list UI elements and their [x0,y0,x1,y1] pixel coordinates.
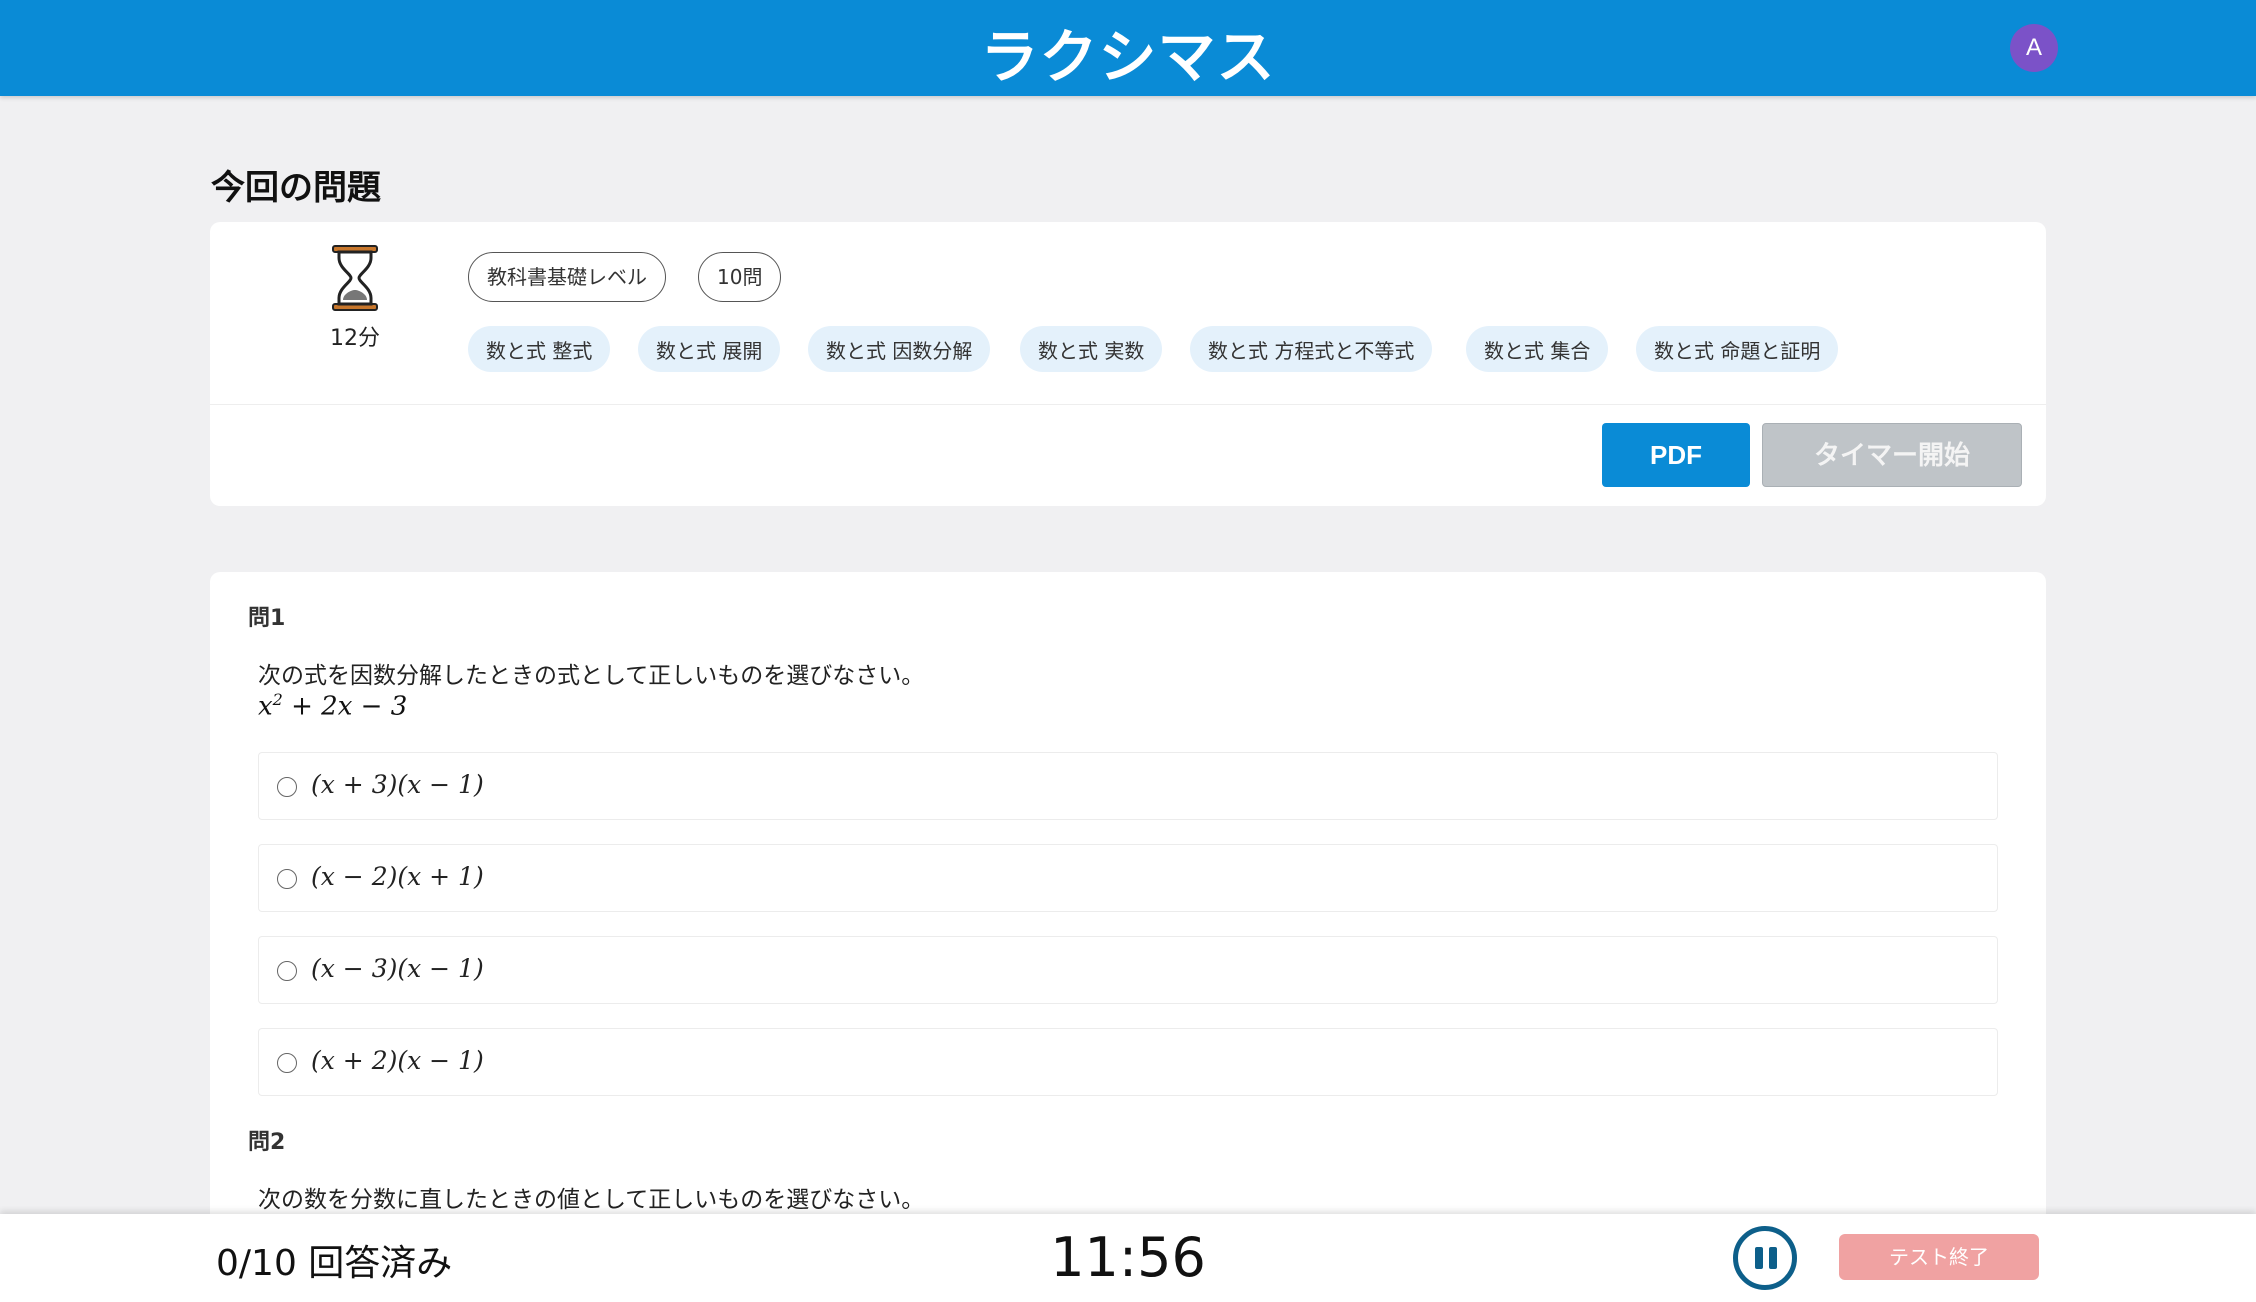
time-limit-label: 12分 [330,326,380,351]
topic-tag: 数と式 整式 [468,326,611,372]
formula-base: x [258,691,273,722]
topic-tag: 数と式 命題と証明 [1636,326,1839,372]
choice-text: (x + 2)(x − 1) [311,1046,484,1075]
app-header: ラクシマス A [0,0,2256,96]
answer-choice[interactable]: (x − 2)(x + 1) [258,844,1998,912]
level-tag: 教科書基礎レベル [468,252,666,302]
user-avatar[interactable]: A [2010,24,2058,72]
radio-button[interactable] [277,777,297,797]
question-count-tag: 10問 [698,252,782,302]
topic-tag: 数と式 集合 [1466,326,1609,372]
choice-text: (x − 2)(x + 1) [311,862,484,891]
choice-text: (x − 3)(x − 1) [311,954,484,983]
topic-tag: 数と式 実数 [1020,326,1163,372]
question-formula: x2 + 2x − 3 [258,690,407,722]
answer-choice[interactable]: (x + 2)(x − 1) [258,1028,1998,1096]
question-text: 次の数を分数に直したときの値として正しいものを選びなさい。 [258,1187,925,1213]
time-limit: 12分 [310,244,400,352]
hourglass-icon [332,245,378,311]
pdf-button[interactable]: PDF [1602,423,1750,487]
radio-button[interactable] [277,1053,297,1073]
answer-choice[interactable]: (x − 3)(x − 1) [258,936,1998,1004]
radio-button[interactable] [277,869,297,889]
questions-card: 問1 次の式を因数分解したときの式として正しいものを選びなさい。 x2 + 2x… [210,572,2046,1302]
test-summary-card: 12分 教科書基礎レベル 10問 数と式 整式 数と式 展開 数と式 因数分解 … [210,222,2046,506]
start-timer-button[interactable]: タイマー開始 [1762,423,2022,487]
app-logo[interactable]: ラクシマス [0,10,2256,94]
topic-tag: 数と式 方程式と不等式 [1190,326,1433,372]
footer-bar: 0/10 回答済み 11:56 テスト終了 [0,1214,2256,1302]
question-label: 問1 [248,606,286,631]
radio-button[interactable] [277,961,297,981]
topic-tag: 数と式 展開 [638,326,781,372]
question-label: 問2 [248,1130,286,1155]
answer-choice[interactable]: (x + 3)(x − 1) [258,752,1998,820]
pause-button[interactable] [1733,1226,1797,1290]
question-text: 次の式を因数分解したときの式として正しいものを選びなさい。 [258,663,925,689]
formula-exponent: 2 [272,690,283,709]
choice-text: (x + 3)(x − 1) [311,770,484,799]
end-test-button[interactable]: テスト終了 [1839,1234,2039,1280]
formula-rest: + 2x − 3 [282,691,408,722]
divider [210,404,2046,405]
topic-tag: 数と式 因数分解 [808,326,991,372]
page-title: 今回の問題 [211,168,381,208]
